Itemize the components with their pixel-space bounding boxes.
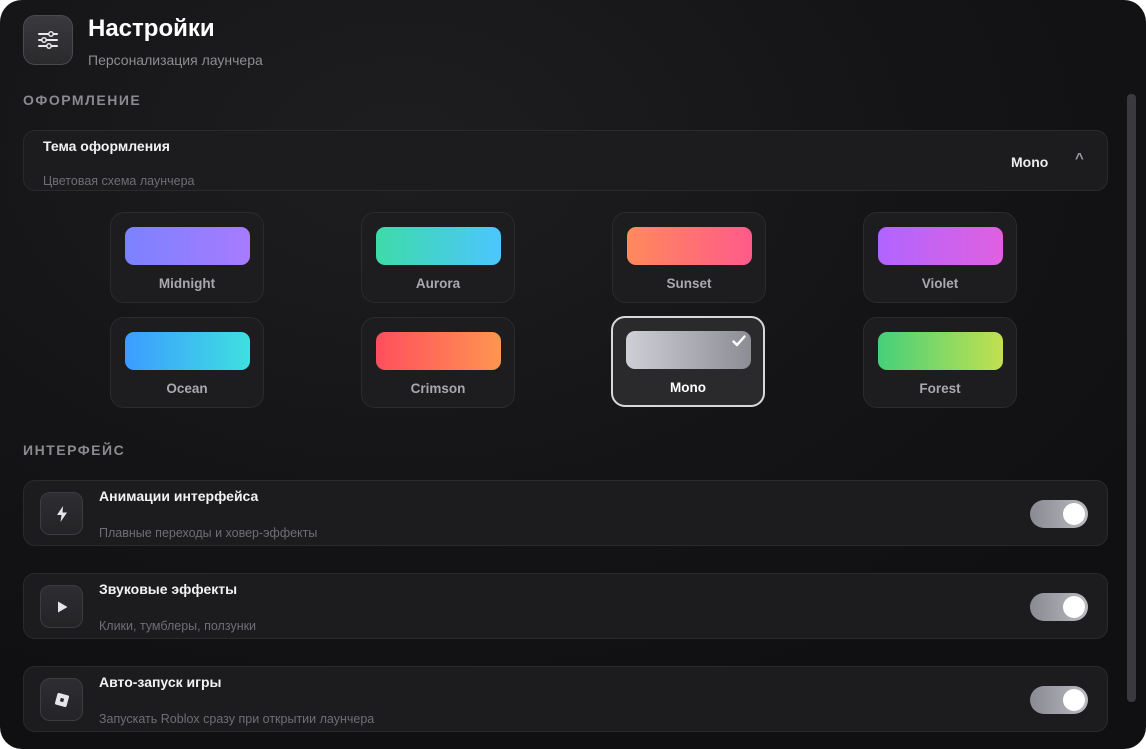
toggle-knob [1063, 503, 1085, 525]
setting-row-autolaunch: Авто-запуск игры Запускать Roblox сразу … [23, 666, 1108, 732]
theme-name: Midnight [158, 276, 216, 291]
theme-dropdown[interactable]: Тема оформления Цветовая схема лаунчера … [23, 130, 1108, 191]
theme-tile-crimson[interactable]: Crimson [361, 317, 515, 408]
theme-name: Sunset [666, 276, 712, 291]
theme-name: Aurora [415, 276, 461, 291]
theme-name: Crimson [410, 381, 466, 396]
setting-label: Звуковые эффекты [99, 581, 238, 597]
scrollbar[interactable] [1127, 94, 1136, 702]
setting-icon-box [40, 678, 83, 721]
theme-swatch [125, 332, 250, 370]
animations-toggle[interactable] [1030, 500, 1088, 528]
theme-dropdown-value: Mono [1011, 154, 1049, 170]
chevron-up-icon[interactable]: ^ [1075, 150, 1084, 167]
theme-tile-mono[interactable]: Mono [611, 316, 765, 407]
bolt-icon [56, 505, 67, 522]
setting-row-animations: Анимации интерфейса Плавные переходы и х… [23, 480, 1108, 546]
sliders-icon [38, 31, 58, 49]
setting-description: Клики, тумблеры, ползунки [99, 619, 257, 633]
play-icon [57, 601, 67, 612]
settings-window: Настройки Персонализация лаунчера ОФОРМЛ… [0, 0, 1146, 749]
section-title-appearance: ОФОРМЛЕНИЕ [23, 92, 142, 108]
theme-dropdown-description: Цветовая схема лаунчера [43, 174, 195, 188]
theme-tile-violet[interactable]: Violet [863, 212, 1017, 303]
theme-dropdown-label: Тема оформления [43, 138, 170, 154]
setting-icon-box [40, 492, 83, 535]
toggle-knob [1063, 596, 1085, 618]
theme-tile-midnight[interactable]: Midnight [110, 212, 264, 303]
setting-description: Плавные переходы и ховер-эффекты [99, 526, 318, 540]
theme-swatch [376, 332, 501, 370]
theme-swatch [878, 332, 1003, 370]
setting-description: Запускать Roblox сразу при открытии лаун… [99, 712, 375, 726]
theme-swatch [878, 227, 1003, 265]
setting-row-sound: Звуковые эффекты Клики, тумблеры, ползун… [23, 573, 1108, 639]
settings-menu-button[interactable] [23, 15, 73, 65]
sound-effects-toggle[interactable] [1030, 593, 1088, 621]
setting-label: Анимации интерфейса [99, 488, 259, 504]
theme-tile-aurora[interactable]: Aurora [361, 212, 515, 303]
roblox-icon [54, 692, 69, 707]
theme-swatch [125, 227, 250, 265]
checkmark-icon [732, 335, 746, 347]
setting-label: Авто-запуск игры [99, 674, 222, 690]
auto-launch-toggle[interactable] [1030, 686, 1088, 714]
theme-name: Ocean [166, 381, 208, 396]
theme-swatch [627, 227, 752, 265]
theme-swatch [376, 227, 501, 265]
theme-name: Violet [921, 276, 959, 291]
theme-tile-forest[interactable]: Forest [863, 317, 1017, 408]
section-title-interface: ИНТЕРФЕЙС [23, 442, 126, 458]
theme-tile-ocean[interactable]: Ocean [110, 317, 264, 408]
theme-name: Mono [670, 380, 706, 395]
theme-tile-sunset[interactable]: Sunset [612, 212, 766, 303]
toggle-knob [1063, 689, 1085, 711]
page-title: Настройки [88, 15, 215, 42]
theme-name: Forest [919, 381, 961, 396]
page-subtitle: Персонализация лаунчера [88, 52, 263, 68]
setting-icon-box [40, 585, 83, 628]
